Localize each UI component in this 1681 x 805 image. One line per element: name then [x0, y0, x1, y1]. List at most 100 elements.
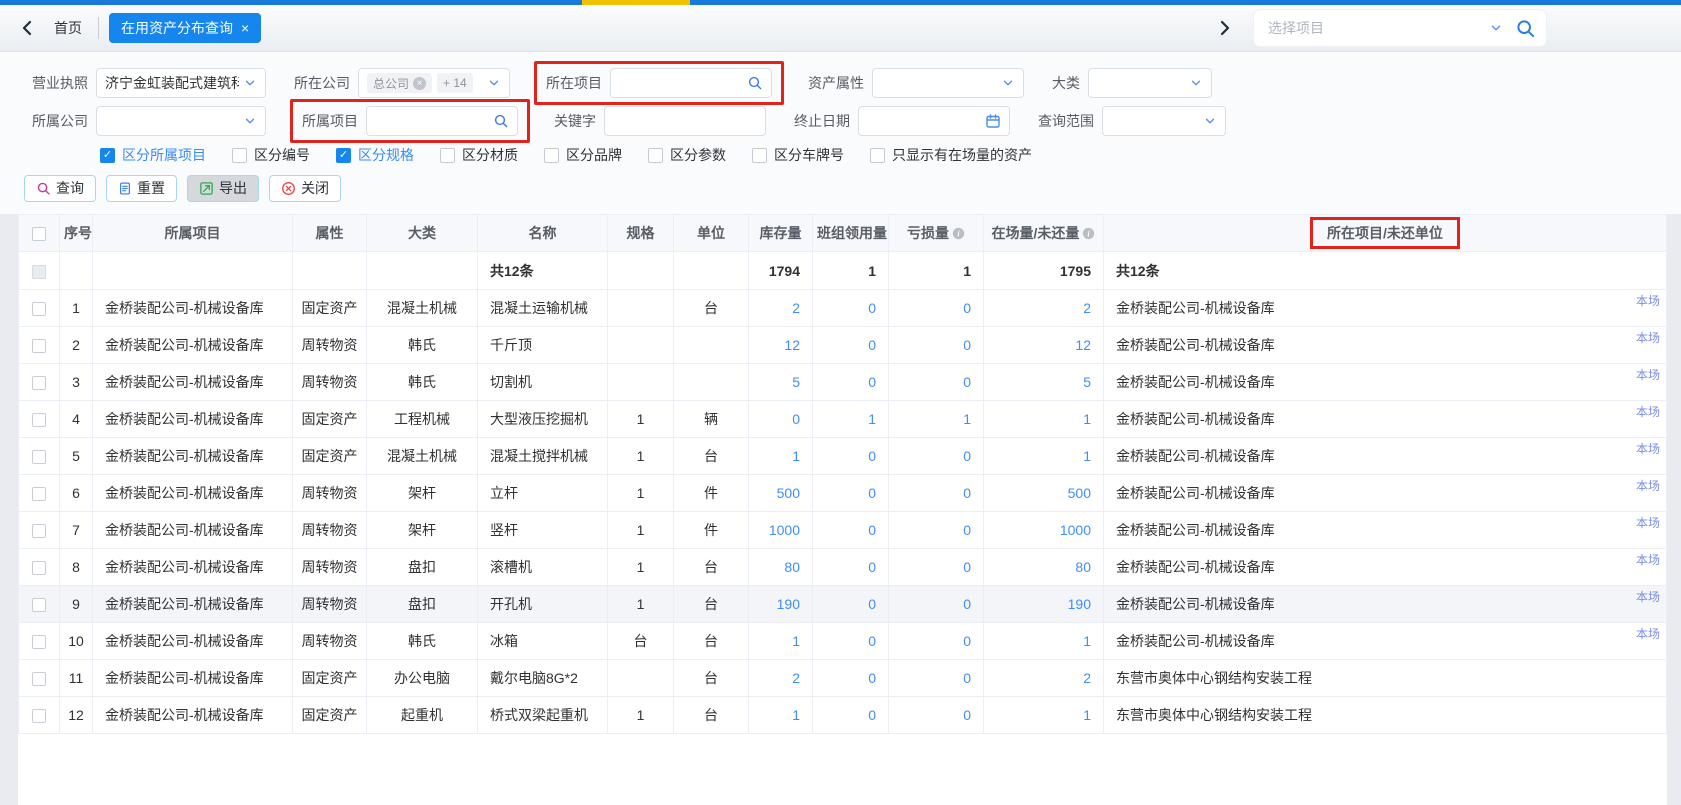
onsite-badge-link[interactable]: 本场: [1636, 514, 1660, 531]
cell-loss[interactable]: 0: [889, 586, 984, 623]
major-category-select[interactable]: [1088, 68, 1212, 98]
business-license-select[interactable]: 济宁金虹装配式建筑科技: [96, 68, 266, 98]
project-select-search[interactable]: 选择项目: [1254, 10, 1546, 46]
cell-onsite[interactable]: 5: [984, 364, 1104, 401]
tab-home[interactable]: 首页: [40, 18, 98, 38]
row-checkbox[interactable]: [32, 487, 46, 501]
checkbox-icon[interactable]: [440, 148, 455, 163]
chevron-down-icon[interactable]: [1203, 114, 1217, 128]
row-checkbox[interactable]: [32, 672, 46, 686]
company-located-multiselect[interactable]: 总公司 × + 14: [358, 68, 510, 98]
search-icon[interactable]: [493, 113, 509, 129]
cell-onsite[interactable]: 12: [984, 327, 1104, 364]
onsite-badge-link[interactable]: 本场: [1636, 477, 1660, 494]
cell-loss[interactable]: 0: [889, 475, 984, 512]
asset-attribute-select[interactable]: [872, 68, 1024, 98]
distinguish-checkbox[interactable]: 区分材质: [440, 145, 518, 165]
cell-team-usage[interactable]: 0: [813, 327, 889, 364]
chevron-down-icon[interactable]: [1489, 21, 1503, 35]
distinguish-checkbox[interactable]: 只显示有在场量的资产: [870, 145, 1032, 165]
cell-team-usage[interactable]: 0: [813, 660, 889, 697]
cell-onsite[interactable]: 1: [984, 401, 1104, 438]
cell-onsite[interactable]: 2: [984, 290, 1104, 327]
chevron-down-icon[interactable]: [243, 114, 257, 128]
cell-stock[interactable]: 1: [749, 623, 813, 660]
info-icon[interactable]: i: [1082, 227, 1095, 240]
cell-stock[interactable]: 0: [749, 401, 813, 438]
cell-onsite[interactable]: 500: [984, 475, 1104, 512]
owning-project-search-input[interactable]: [366, 106, 518, 136]
cell-loss[interactable]: 0: [889, 364, 984, 401]
row-checkbox[interactable]: [32, 339, 46, 353]
cell-stock[interactable]: 1000: [749, 512, 813, 549]
row-checkbox[interactable]: [32, 376, 46, 390]
info-icon[interactable]: i: [952, 227, 965, 240]
distinguish-checkbox[interactable]: ✓区分规格: [336, 145, 414, 165]
query-scope-select[interactable]: [1102, 106, 1226, 136]
tag-close-icon[interactable]: ×: [413, 77, 426, 90]
cell-loss[interactable]: 1: [889, 401, 984, 438]
row-checkbox[interactable]: [32, 709, 46, 723]
cell-stock[interactable]: 190: [749, 586, 813, 623]
onsite-badge-link[interactable]: 本场: [1636, 403, 1660, 420]
cell-team-usage[interactable]: 0: [813, 290, 889, 327]
cell-stock[interactable]: 12: [749, 327, 813, 364]
row-checkbox[interactable]: [32, 635, 46, 649]
cell-team-usage[interactable]: 0: [813, 438, 889, 475]
cell-loss[interactable]: 0: [889, 697, 984, 734]
project-located-input[interactable]: [619, 70, 747, 96]
cell-team-usage[interactable]: 0: [813, 475, 889, 512]
project-located-search-input[interactable]: [610, 68, 772, 98]
row-checkbox[interactable]: [32, 598, 46, 612]
cell-team-usage[interactable]: 0: [813, 586, 889, 623]
cell-onsite[interactable]: 80: [984, 549, 1104, 586]
onsite-badge-link[interactable]: 本场: [1636, 366, 1660, 383]
cell-stock[interactable]: 2: [749, 290, 813, 327]
keyword-input[interactable]: [613, 108, 757, 134]
tab-close-icon[interactable]: ×: [241, 21, 249, 35]
chevron-down-icon[interactable]: [487, 76, 501, 90]
search-icon[interactable]: [1515, 18, 1536, 39]
reset-button[interactable]: 重置: [106, 175, 177, 202]
forward-chevron-icon[interactable]: [1212, 15, 1238, 41]
cell-onsite[interactable]: 190: [984, 586, 1104, 623]
onsite-badge-link[interactable]: 本场: [1636, 292, 1660, 309]
distinguish-checkbox[interactable]: 区分车牌号: [752, 145, 844, 165]
chevron-down-icon[interactable]: [1001, 76, 1015, 90]
checkbox-icon[interactable]: [752, 148, 767, 163]
onsite-badge-link[interactable]: 本场: [1636, 588, 1660, 605]
onsite-badge-link[interactable]: 本场: [1636, 440, 1660, 457]
search-button[interactable]: 查询: [24, 175, 96, 202]
cell-onsite[interactable]: 1: [984, 697, 1104, 734]
cell-loss[interactable]: 0: [889, 290, 984, 327]
tab-active[interactable]: 在用资产分布查询 ×: [109, 13, 261, 43]
checkbox-icon[interactable]: [648, 148, 663, 163]
cell-onsite[interactable]: 1000: [984, 512, 1104, 549]
search-icon[interactable]: [747, 75, 763, 91]
checkbox-icon[interactable]: ✓: [100, 148, 115, 163]
row-checkbox[interactable]: [32, 561, 46, 575]
checkbox-icon[interactable]: [870, 148, 885, 163]
cell-team-usage[interactable]: 0: [813, 512, 889, 549]
cell-stock[interactable]: 2: [749, 660, 813, 697]
cell-loss[interactable]: 0: [889, 549, 984, 586]
keyword-input-wrap[interactable]: [604, 106, 766, 136]
chevron-down-icon[interactable]: [1189, 76, 1203, 90]
cell-loss[interactable]: 0: [889, 623, 984, 660]
cell-loss[interactable]: 0: [889, 512, 984, 549]
onsite-badge-link[interactable]: 本场: [1636, 551, 1660, 568]
end-date-input[interactable]: [858, 106, 1010, 136]
cell-stock[interactable]: 80: [749, 549, 813, 586]
cell-team-usage[interactable]: 0: [813, 623, 889, 660]
cell-onsite[interactable]: 1: [984, 438, 1104, 475]
row-checkbox[interactable]: [32, 524, 46, 538]
cell-team-usage[interactable]: 0: [813, 697, 889, 734]
cell-onsite[interactable]: 1: [984, 623, 1104, 660]
cell-stock[interactable]: 1: [749, 438, 813, 475]
cell-stock[interactable]: 500: [749, 475, 813, 512]
distinguish-checkbox[interactable]: 区分品牌: [544, 145, 622, 165]
cell-team-usage[interactable]: 0: [813, 549, 889, 586]
cell-loss[interactable]: 0: [889, 438, 984, 475]
owning-company-select[interactable]: [96, 106, 266, 136]
row-checkbox[interactable]: [32, 413, 46, 427]
